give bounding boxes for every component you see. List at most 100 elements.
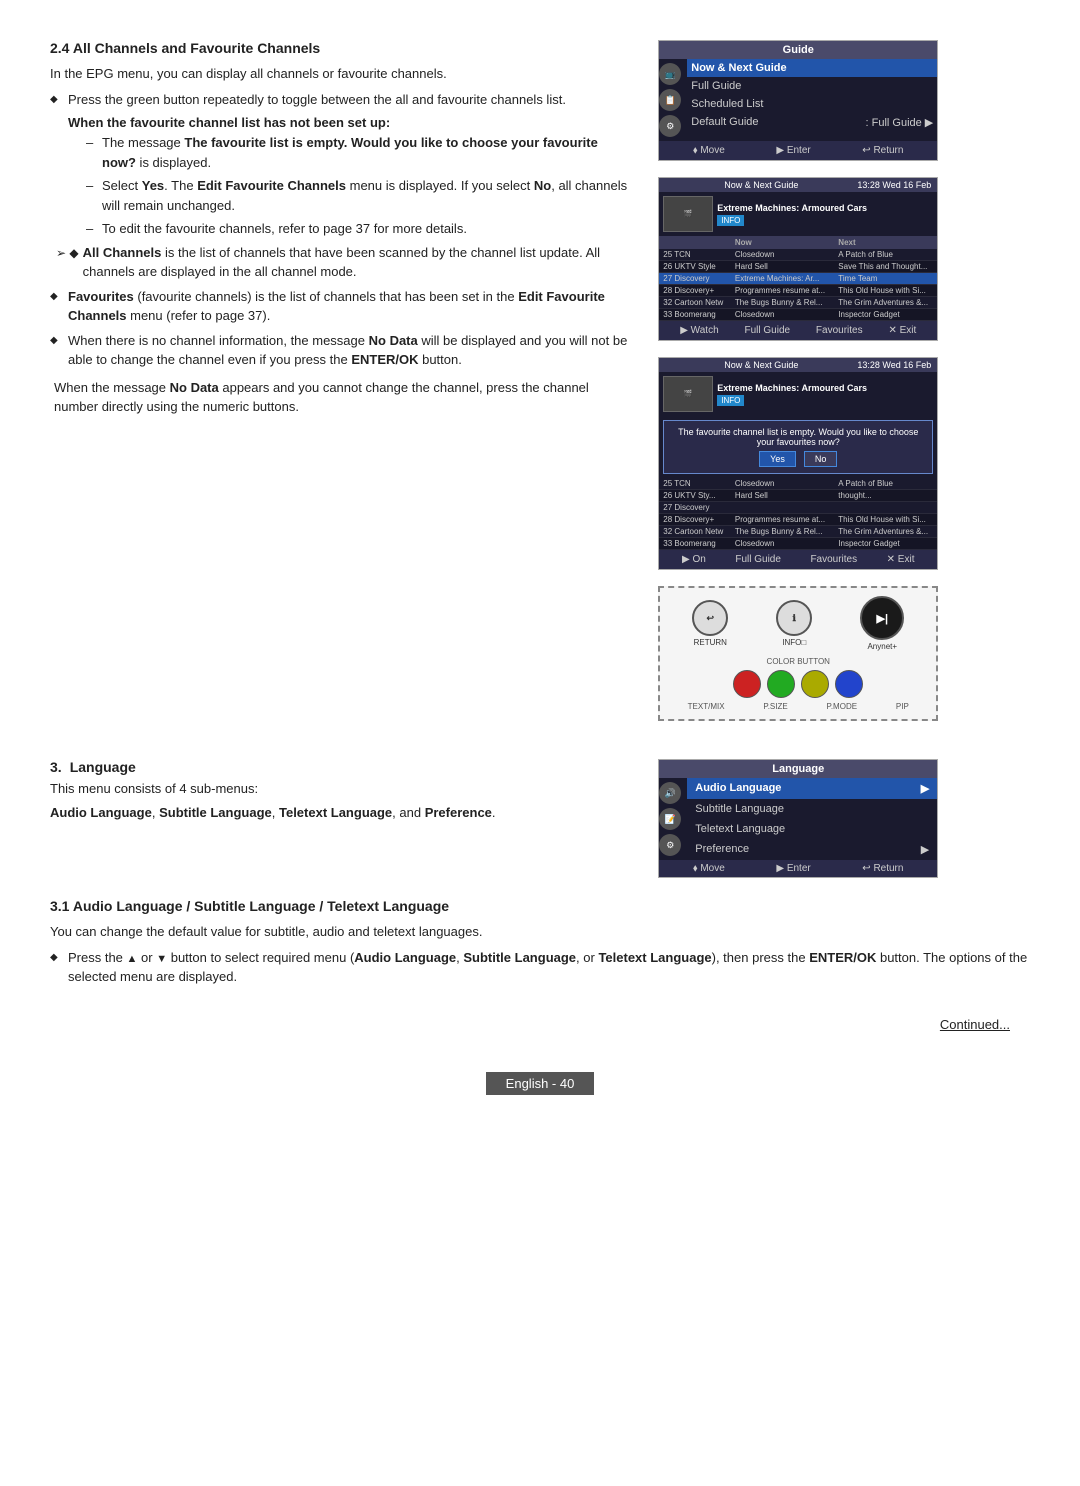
nn-featured-info-2: Extreme Machines: Armoured Cars INFO bbox=[717, 383, 867, 406]
nn-featured-1: 🎬 Extreme Machines: Armoured Cars INFO bbox=[659, 192, 937, 236]
nn-date-1: 13:28 Wed 16 Feb bbox=[857, 180, 931, 190]
label-pmode: P.MODE bbox=[827, 702, 858, 711]
dash-item-1: The message The favourite list is empty.… bbox=[86, 133, 628, 172]
arrow-icon: ➢ ◆ bbox=[56, 244, 79, 262]
blue-button[interactable] bbox=[835, 670, 863, 698]
nn-exit2: ✕ Exit bbox=[887, 554, 915, 565]
table-row: 26 UKTV Style Hard Sell Save This and Th… bbox=[659, 261, 937, 273]
audio-lang-label: Audio Language bbox=[50, 805, 152, 820]
nn-now: Closedown bbox=[731, 309, 834, 321]
nn-next: thought... bbox=[834, 490, 937, 502]
lang-item-1-arrow: ▶ bbox=[921, 782, 929, 795]
arrow-bullet-text: All Channels is the list of channels tha… bbox=[83, 243, 629, 282]
nn-footer-1: ▶ Watch Full Guide Favourites ✕ Exit bbox=[659, 321, 937, 340]
lang-item-2: Subtitle Language bbox=[687, 799, 937, 819]
nn-date-2: 13:28 Wed 16 Feb bbox=[857, 360, 931, 370]
nn-now: The Bugs Bunny & Rel... bbox=[731, 526, 834, 538]
nn-ch: 27 Discovery bbox=[659, 273, 731, 285]
nn-fullguide2: Full Guide bbox=[735, 554, 781, 565]
nn-next: The Grim Adventures &... bbox=[834, 526, 937, 538]
nn-footer-2: ▶ On Full Guide Favourites ✕ Exit bbox=[659, 550, 937, 569]
section24-layout: 2.4 All Channels and Favourite Channels … bbox=[50, 40, 1030, 729]
label-pip: PIP bbox=[896, 702, 909, 711]
subtitle-lang-label: Subtitle Language bbox=[159, 805, 272, 820]
guide-footer-enter: ▶ Enter bbox=[776, 145, 810, 156]
nn-now bbox=[731, 502, 834, 514]
nn-featured-info-1: Extreme Machines: Armoured Cars INFO bbox=[717, 203, 867, 226]
guide-title: Guide bbox=[659, 41, 937, 59]
label-psize: P.SIZE bbox=[763, 702, 787, 711]
nn-featured-title-1: Extreme Machines: Armoured Cars bbox=[717, 203, 867, 213]
nn-header-1: Now & Next Guide 13:28 Wed 16 Feb bbox=[659, 178, 937, 192]
dialog-no-button[interactable]: No bbox=[804, 451, 838, 467]
table-row: 27 Discovery bbox=[659, 502, 937, 514]
nn-next: A Patch of Blue bbox=[834, 249, 937, 261]
bullet-nodata: When there is no channel information, th… bbox=[50, 331, 628, 370]
section3-header: 3. Language bbox=[50, 759, 628, 775]
nn-now: The Bugs Bunny & Rel... bbox=[731, 297, 834, 309]
continued-text: Continued... bbox=[50, 1017, 1030, 1032]
page-footer: English - 40 bbox=[50, 1072, 1030, 1095]
nn-now: Closedown bbox=[731, 249, 834, 261]
table-row: 32 Cartoon Netw The Bugs Bunny & Rel... … bbox=[659, 297, 937, 309]
section24-title: 2.4 All Channels and Favourite Channels bbox=[50, 40, 628, 56]
nn-thumb-1: 🎬 bbox=[663, 196, 713, 232]
nn-next bbox=[834, 502, 937, 514]
nn-now: Closedown bbox=[731, 478, 834, 490]
anynet-button[interactable]: ▶| bbox=[860, 596, 904, 640]
lang-item-3: Teletext Language bbox=[687, 819, 937, 839]
anynet-label: Anynet+ bbox=[860, 642, 904, 651]
section3-right: Language 🔊 📝 ⚙ Audio Language ▶ Subtitl bbox=[658, 759, 1030, 878]
language-icons: 🔊 📝 ⚙ bbox=[659, 778, 681, 860]
return-button-container: ↩ RETURN bbox=[692, 600, 728, 647]
when-title-text: When the favourite channel list has not … bbox=[68, 115, 390, 130]
nn-next: This Old House with Si... bbox=[834, 514, 937, 526]
table-row: 28 Discovery+ Programmes resume at... Th… bbox=[659, 285, 937, 297]
lang-footer-return: ↩ Return bbox=[862, 863, 903, 874]
lang-item-1-label: Audio Language bbox=[695, 782, 781, 795]
now-next-screenshot-1: Now & Next Guide 13:28 Wed 16 Feb 🎬 Extr… bbox=[658, 177, 938, 341]
lang-item-2-label: Subtitle Language bbox=[695, 803, 784, 815]
info-button[interactable]: ℹ bbox=[776, 600, 812, 636]
dialog-yes-button[interactable]: Yes bbox=[759, 451, 796, 467]
section31-bullets: Press the ▲ or ▼ button to select requir… bbox=[50, 948, 1030, 987]
lang-item-4: Preference ▶ bbox=[687, 839, 937, 860]
nn-on: ▶ On bbox=[682, 554, 706, 565]
nn-thumb-2: 🎬 bbox=[663, 376, 713, 412]
table-row: 28 Discovery+ Programmes resume at... Th… bbox=[659, 514, 937, 526]
lang-item-1: Audio Language ▶ bbox=[687, 778, 937, 799]
green-button[interactable] bbox=[767, 670, 795, 698]
guide-icons: 📺 📋 ⚙ bbox=[659, 59, 681, 141]
nn-next: This Old House with Si... bbox=[834, 285, 937, 297]
when-title: When the favourite channel list has not … bbox=[68, 115, 628, 130]
dash-item-3: To edit the favourite channels, refer to… bbox=[86, 219, 628, 239]
guide-item-4: Default Guide: Full Guide ▶ bbox=[687, 113, 937, 132]
guide-icon-3: ⚙ bbox=[659, 115, 681, 137]
language-footer: ⬧ Move ▶ Enter ↩ Return bbox=[659, 860, 937, 877]
bullet-green-button: Press the green button repeatedly to tog… bbox=[50, 90, 628, 110]
nn-col-now: Now bbox=[731, 236, 834, 249]
when-section: When the favourite channel list has not … bbox=[68, 115, 628, 239]
nn-ch: 25 TCN bbox=[659, 478, 731, 490]
dash-list: The message The favourite list is empty.… bbox=[68, 133, 628, 239]
return-button[interactable]: ↩ bbox=[692, 600, 728, 636]
yellow-button[interactable] bbox=[801, 670, 829, 698]
table-row: 32 Cartoon Netw The Bugs Bunny & Rel... … bbox=[659, 526, 937, 538]
nn-ch: 32 Cartoon Netw bbox=[659, 297, 731, 309]
section3-title: Language bbox=[70, 759, 136, 775]
guide-footer: ⬧ Move ▶ Enter ↩ Return bbox=[659, 141, 937, 160]
nn-ch: 33 Boomerang bbox=[659, 538, 731, 550]
nn-exit: ✕ Exit bbox=[888, 325, 916, 336]
lang-icon-1: 🔊 bbox=[659, 782, 681, 804]
nn-fullguide: Full Guide bbox=[744, 325, 790, 336]
nn-ch: 28 Discovery+ bbox=[659, 285, 731, 297]
nn-featured-2: 🎬 Extreme Machines: Armoured Cars INFO bbox=[659, 372, 937, 416]
lang-item-4-label: Preference bbox=[695, 843, 749, 856]
table-row: 33 Boomerang Closedown Inspector Gadget bbox=[659, 309, 937, 321]
guide-icon-1: 📺 bbox=[659, 63, 681, 85]
guide-body: 📺 📋 ⚙ Now & Next Guide Full Guide Schedu… bbox=[659, 59, 937, 141]
nn-now: Closedown bbox=[731, 538, 834, 550]
red-button[interactable] bbox=[733, 670, 761, 698]
guide-screenshot: Guide 📺 📋 ⚙ Now & Next Guide Full Guide … bbox=[658, 40, 938, 161]
section24-bullets: Press the green button repeatedly to tog… bbox=[50, 90, 628, 110]
